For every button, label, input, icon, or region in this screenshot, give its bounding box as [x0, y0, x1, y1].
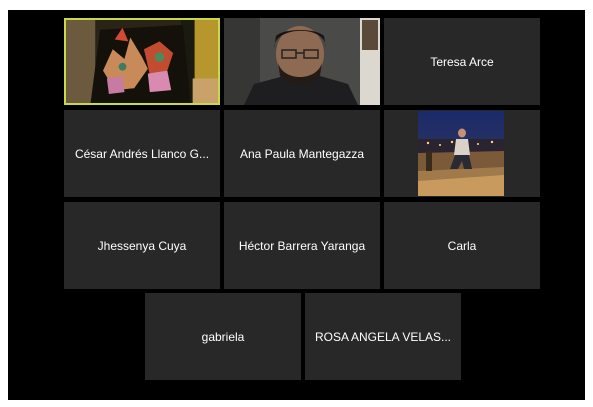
participant-name: Carla — [447, 238, 477, 253]
meeting-gallery-view: Teresa Arce César Andrés Llanco G... Ana… — [8, 10, 585, 400]
man-glasses-video — [224, 18, 380, 105]
participant-name: Jhessenya Cuya — [97, 238, 187, 253]
participant-tile-embroidery[interactable] — [64, 18, 220, 105]
participant-tile[interactable]: Ana Paula Mantegazza — [224, 110, 380, 197]
participant-name: ROSA ANGELA VELAS... — [314, 329, 452, 344]
participant-tile[interactable]: Teresa Arce — [384, 18, 540, 105]
participant-name: gabriela — [201, 329, 245, 344]
participant-name: Héctor Barrera Yaranga — [238, 238, 366, 253]
participant-tile[interactable]: Carla — [384, 202, 540, 289]
participant-tile[interactable]: ROSA ANGELA VELAS... — [305, 293, 461, 380]
participant-tile-photo[interactable] — [384, 110, 540, 197]
night-city-photo — [418, 111, 504, 196]
participant-tile[interactable]: César Andrés Llanco G... — [64, 110, 220, 197]
participant-name: Ana Paula Mantegazza — [239, 146, 365, 161]
participant-tile-man[interactable] — [224, 18, 380, 105]
participant-name: César Andrés Llanco G... — [74, 146, 210, 161]
participant-tile[interactable]: Jhessenya Cuya — [64, 202, 220, 289]
participant-tile[interactable]: Héctor Barrera Yaranga — [224, 202, 380, 289]
participant-tile[interactable]: gabriela — [145, 293, 301, 380]
participant-name: Teresa Arce — [430, 54, 494, 69]
embroidery-video — [66, 20, 218, 103]
